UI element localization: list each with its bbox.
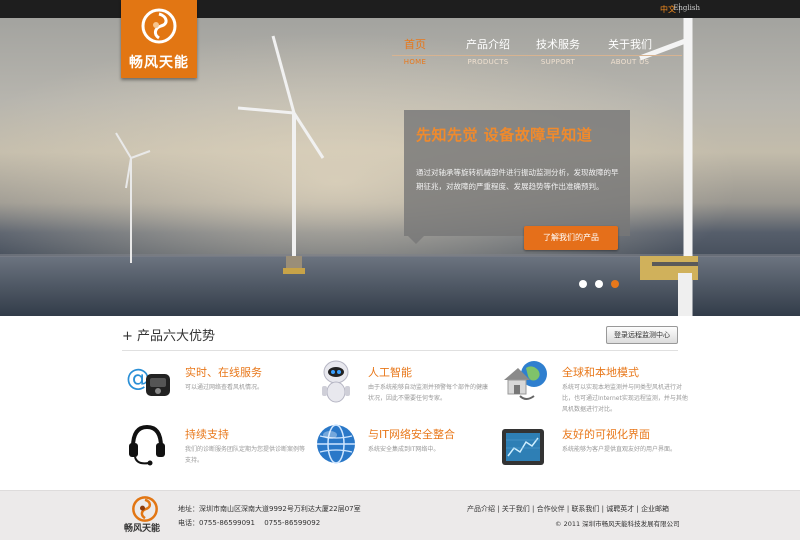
nav-home-label: 首页 [404,38,426,51]
footer-link-mail[interactable]: 企业邮箱 [641,505,669,513]
banner-body: 通过对轴承等旋转机械部件进行振动监测分析，发现故障的早期征兆，对故障的严重程度、… [416,168,619,191]
footer-logo-icon [132,496,158,522]
banner-title: 先知先觉 设备故障早知道 [416,126,593,144]
slide-dot-2[interactable] [595,280,603,288]
footer-copyright: © 2011 深圳市畅风天能科技发展有限公司 [555,520,680,528]
nav-home[interactable]: 首页 HOME [392,36,438,66]
main-nav: 首页 HOME 产品介绍 PRODUCTS 技术服务 SUPPORT 关于我们 … [392,36,682,68]
footer-link-contact[interactable]: 联系我们 [571,505,599,513]
footer [0,490,800,540]
remote-monitoring-login-button[interactable]: 登录远程监测中心 [606,326,678,344]
nav-support-sub: SUPPORT [540,58,576,66]
feature-global-local-desc: 系统可以实现本地监测并与同类型风机进行对比，也可通过Internet实现远程监测… [562,384,688,413]
feature-ui-title: 友好的可视化界面 [562,428,650,441]
logo-text: 畅风天能 [129,55,189,71]
feature-ai-desc: 由于系统能够自动监测并预警每个部件的健康状况，因此不需要任何专家。 [368,384,489,402]
nav-home-sub: HOME [403,58,427,66]
globe-icon [314,422,358,470]
slide-dot-3[interactable] [611,280,619,288]
footer-address: 地址：深圳市南山区深南大道9992号万利达大厦22层07室 [178,505,361,513]
footer-phone: 电话：0755-86599091 0755-86599092 [178,519,321,527]
nav-products-sub: PRODUCTS [467,58,509,66]
callout-pointer [408,236,424,244]
advantages-heading: + 产品六大优势 [122,329,216,344]
feature-ui-desc: 系统能够为客户提供直观友好的用户界面。 [562,446,677,453]
nav-about-sub: ABOUT US [610,58,650,66]
feature-it-security-title: 与IT网络安全整合 [368,428,455,441]
brand-logo[interactable]: 畅风天能 [121,0,197,78]
nav-support[interactable]: 技术服务 SUPPORT [528,36,588,66]
feature-realtime-desc: 可以通过网络查看风机情况。 [185,384,264,391]
headset-icon [127,423,167,471]
nav-about-label: 关于我们 [608,38,652,51]
nav-products[interactable]: 产品介绍 PRODUCTS [458,36,518,66]
footer-links: 产品介绍 | 关于我们 | 合作伙伴 | 联系我们 | 诚聘英才 | 企业邮箱 [467,505,670,513]
feature-realtime-title: 实时、在线服务 [185,366,262,379]
monitor-icon [501,428,545,472]
robot-icon [316,358,356,408]
house-globe-icon [500,358,550,406]
feature-global-local-title: 全球和本地模式 [562,366,639,379]
nav-support-label: 技术服务 [536,38,580,51]
nav-underline [392,55,682,56]
feature-ai-title: 人工智能 [368,366,412,379]
logo-swirl-icon [141,8,177,44]
footer-logo-text: 畅风天能 [124,524,161,534]
learn-products-button[interactable]: 了解我们的产品 [524,226,618,250]
nav-products-label: 产品介绍 [466,38,510,51]
footer-link-partners[interactable]: 合作伙伴 [537,505,565,513]
feature-it-security-desc: 系统安全集成到IT网络中。 [368,446,440,453]
footer-link-careers[interactable]: 诚聘英才 [606,505,634,513]
feature-support-desc: 我们的诊断服务团队定期为您提供诊断案例等支持。 [185,446,306,464]
footer-link-about[interactable]: 关于我们 [502,505,530,513]
footer-link-products[interactable]: 产品介绍 [467,505,495,513]
language-english-link[interactable]: English [673,4,700,12]
banner-callout: 先知先觉 设备故障早知道 通过对轴承等旋转机械部件进行振动监测分析，发现故障的早… [404,110,630,236]
slide-dot-1[interactable] [579,280,587,288]
nav-about[interactable]: 关于我们 ABOUT US [600,36,660,66]
section-divider [122,350,678,351]
feature-support-title: 持续支持 [185,428,229,441]
phone-at-icon: @ [126,360,172,404]
